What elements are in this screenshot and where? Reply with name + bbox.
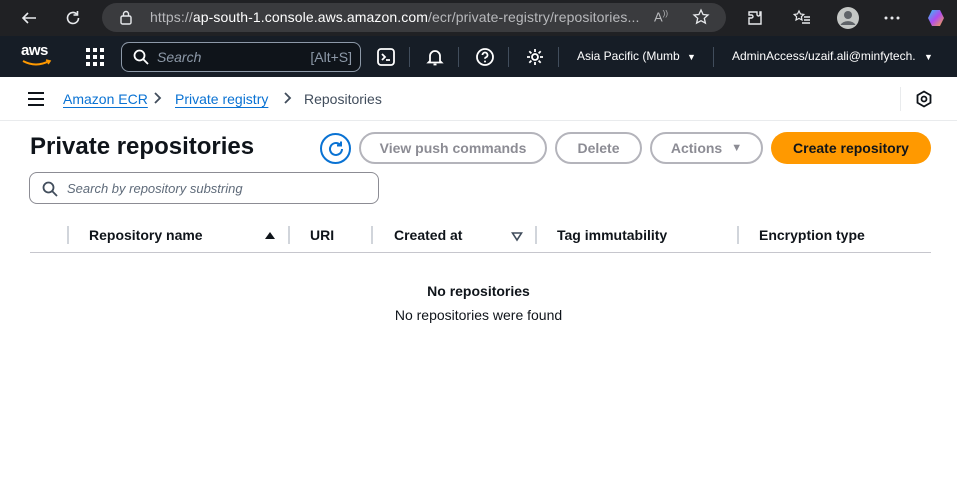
column-divider [737, 226, 739, 244]
region-label: Asia Pacific (Mumb [577, 49, 680, 63]
address-bar[interactable]: https://ap-south-1.console.aws.amazon.co… [102, 3, 726, 32]
nav-divider [409, 47, 410, 67]
column-header-uri[interactable]: URI [310, 227, 334, 243]
empty-state-message: No repositories were found [394, 307, 563, 323]
nav-divider [458, 47, 459, 67]
favorites-list-icon[interactable] [790, 6, 814, 30]
breadcrumb-bar: Amazon ECR Private registry Repositories [0, 77, 957, 121]
chevron-right-icon [283, 91, 293, 108]
services-grid-icon[interactable] [86, 48, 104, 66]
refresh-icon [328, 141, 343, 156]
search-icon [133, 49, 149, 65]
column-divider [535, 226, 537, 244]
filter-placeholder: Search by repository substring [67, 181, 243, 196]
url-text: https://ap-south-1.console.aws.amazon.co… [150, 9, 640, 25]
account-label: AdminAccess/uzaif.ali@minfytech. [732, 49, 916, 63]
side-nav-toggle-icon[interactable] [28, 92, 44, 106]
column-header-tag-immutability[interactable]: Tag immutability [557, 227, 667, 243]
breadcrumb-private-registry[interactable]: Private registry [175, 91, 268, 107]
delete-button[interactable]: Delete [555, 132, 642, 164]
region-selector[interactable]: Asia Pacific (Mumb ▼ [577, 49, 696, 63]
nav-divider [508, 47, 509, 67]
column-header-encryption-type[interactable]: Encryption type [759, 227, 865, 243]
back-arrow-icon[interactable] [17, 6, 41, 30]
browser-toolbar: https://ap-south-1.console.aws.amazon.co… [0, 0, 957, 36]
repository-filter-input[interactable]: Search by repository substring [29, 172, 379, 204]
page-title: Private repositories [30, 133, 255, 160]
column-header-repository-name[interactable]: Repository name [89, 227, 203, 243]
aws-logo[interactable]: aws [20, 42, 56, 70]
caret-down-icon: ▼ [731, 142, 743, 154]
notifications-bell-icon[interactable] [425, 47, 445, 67]
console-search-input[interactable]: Search [Alt+S] [121, 42, 361, 72]
actions-dropdown-button[interactable]: Actions ▼ [650, 132, 763, 164]
search-placeholder: Search [157, 49, 202, 65]
sort-unsorted-icon[interactable] [511, 229, 523, 242]
chevron-right-icon [153, 91, 163, 108]
profile-avatar-icon[interactable] [836, 6, 860, 30]
cloudshell-icon[interactable] [376, 47, 396, 67]
favorite-star-icon[interactable] [692, 8, 710, 31]
info-panel-icon[interactable] [915, 90, 933, 108]
table-header-row: Repository name URI Created at Tag immut… [30, 217, 931, 253]
account-menu[interactable]: AdminAccess/uzaif.ali@minfytech. ▼ [732, 49, 933, 63]
refresh-button[interactable] [320, 133, 351, 164]
aws-console-nav: aws Search [Alt+S] Asia Pacific (Mumb ▼ … [0, 36, 957, 77]
view-push-commands-label: View push commands [379, 140, 527, 156]
caret-down-icon: ▼ [687, 52, 696, 62]
actions-label: Actions [670, 140, 723, 156]
reload-icon[interactable] [61, 6, 85, 30]
view-push-commands-button[interactable]: View push commands [359, 132, 547, 164]
read-aloud-icon[interactable]: A)) [654, 9, 668, 24]
extensions-icon[interactable] [743, 6, 767, 30]
caret-down-icon: ▼ [923, 52, 933, 62]
aws-logo-text: aws [21, 42, 48, 59]
create-repository-label: Create repository [793, 140, 909, 156]
nav-divider [558, 47, 559, 67]
more-menu-icon[interactable] [880, 6, 904, 30]
delete-label: Delete [577, 140, 620, 156]
column-divider [67, 226, 69, 244]
breadcrumb-amazon-ecr[interactable]: Amazon ECR [63, 91, 148, 107]
breadcrumb-repositories: Repositories [304, 91, 382, 107]
search-icon [42, 181, 58, 197]
nav-divider [713, 47, 714, 67]
divider [900, 87, 901, 111]
empty-state-title: No repositories [427, 283, 530, 299]
create-repository-button[interactable]: Create repository [771, 132, 931, 164]
column-divider [288, 226, 290, 244]
copilot-icon[interactable] [925, 6, 949, 30]
search-shortcut: [Alt+S] [310, 49, 352, 65]
site-info-icon[interactable] [119, 10, 133, 30]
sort-ascending-icon[interactable] [264, 229, 276, 241]
settings-gear-icon[interactable] [525, 47, 545, 67]
column-header-created-at[interactable]: Created at [394, 227, 462, 243]
column-divider [371, 226, 373, 244]
help-icon[interactable] [475, 47, 495, 67]
